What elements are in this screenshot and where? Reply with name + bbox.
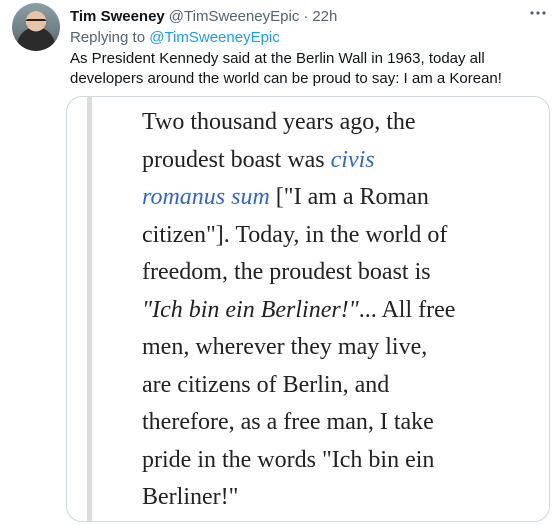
quote-line: pride in the words "Ich bin ein — [142, 442, 537, 480]
quote-text-segment: proudest boast was — [142, 146, 331, 173]
author-name[interactable]: Tim Sweeney — [70, 8, 165, 25]
quote-link-text: civis — [330, 146, 375, 173]
quote-text-segment: pride in the words "Ich bin ein — [142, 446, 435, 473]
avatar[interactable] — [12, 3, 60, 51]
quote-line: are citizens of Berlin, and — [142, 367, 537, 405]
ellipsis-icon-svg — [530, 11, 546, 15]
quote-text-segment: men, wherever they may live, — [142, 334, 428, 360]
quote-link-text: romanus sum — [142, 184, 270, 210]
ellipsis-icon[interactable] — [524, 2, 552, 24]
quote-text-segment: therefore, as a free man, I take — [142, 409, 434, 435]
quote-line: freedom, the proudest boast is — [142, 254, 537, 292]
replying-to-label: Replying to — [70, 29, 146, 46]
tweet[interactable]: Tim Sweeney @TimSweeneyEpic · 22h Replyi… — [0, 0, 559, 525]
tweet-timestamp[interactable]: 22h — [312, 8, 337, 25]
quote-line: Berliner!" — [142, 479, 537, 517]
author-handle[interactable]: @TimSweeneyEpic — [169, 8, 300, 25]
quote-line: citizen"]. Today, in the world of — [142, 217, 537, 255]
quote-italic-text: "Ich bin ein Berliner!" — [142, 296, 359, 323]
tweet-header: Tim Sweeney @TimSweeneyEpic · 22h — [70, 8, 337, 28]
quote-text-segment: ... All free — [358, 296, 456, 323]
separator-dot: · — [303, 8, 309, 25]
quote-line: therefore, as a free man, I take — [142, 404, 537, 442]
quote-text-segment: ["I am a Roman — [269, 184, 429, 210]
tweet-text: As President Kennedy said at the Berlin … — [70, 50, 502, 87]
quote-text-segment: Two thousand years ago, the — [142, 109, 416, 135]
replying-to-handle-link[interactable]: @TimSweeneyEpic — [149, 29, 280, 46]
quote-line: proudest boast was civis — [142, 142, 537, 180]
quote-line: Two thousand years ago, the — [142, 104, 537, 142]
quote-text-segment: Berliner!" — [142, 484, 239, 510]
quote-text-segment: freedom, the proudest boast is — [142, 259, 431, 285]
quote-text-segment: are citizens of Berlin, and — [142, 371, 390, 398]
tweet-image[interactable]: Two thousand years ago, the proudest boas… — [66, 96, 550, 522]
quote-text-segment: citizen"]. Today, in the world of — [142, 221, 448, 248]
replying-to: Replying to @TimSweeneyEpic — [70, 29, 280, 46]
quote-rule — [87, 97, 92, 521]
quote-line: romanus sum ["I am a Roman — [142, 179, 537, 217]
quote-line: "Ich bin ein Berliner!"... All free — [142, 292, 537, 330]
quote-text: Two thousand years ago, the proudest boas… — [142, 104, 537, 517]
avatar-glasses — [26, 19, 46, 26]
quote-line: men, wherever they may live, — [142, 329, 537, 367]
